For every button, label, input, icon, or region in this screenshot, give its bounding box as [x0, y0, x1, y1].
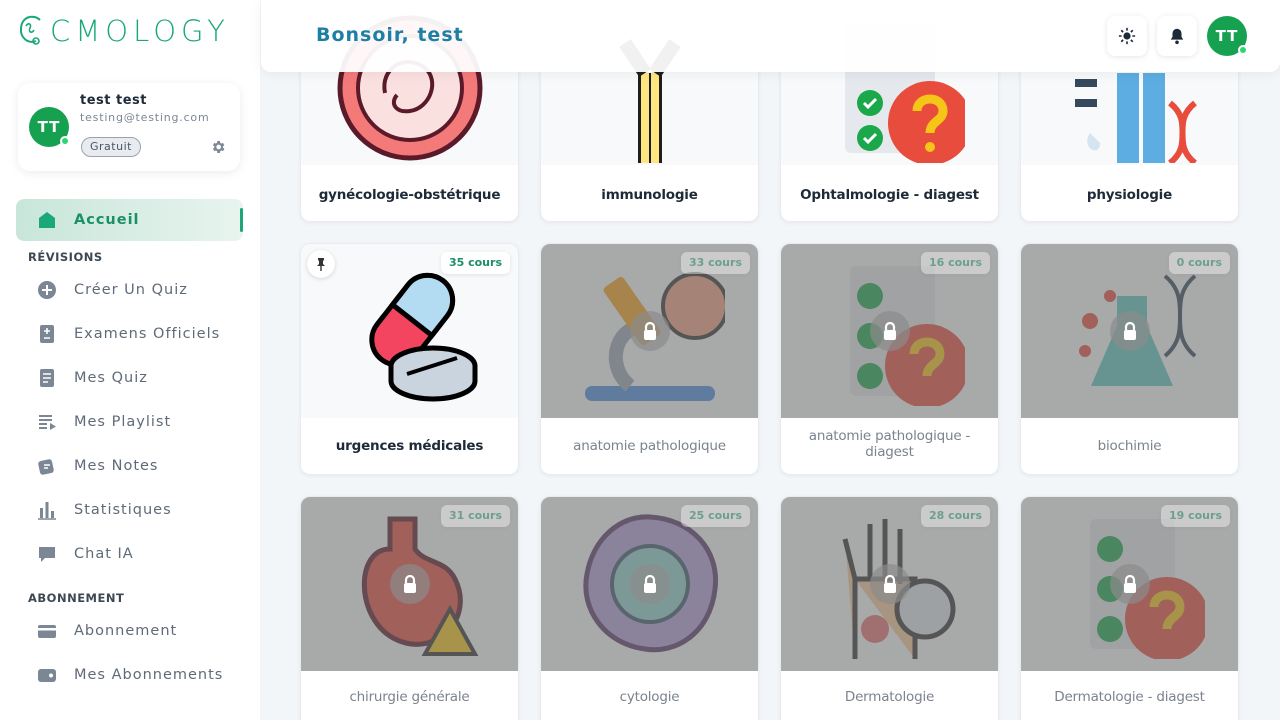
course-title: cytologie: [619, 689, 680, 705]
course-title: anatomie pathologique: [573, 438, 726, 454]
sidebar-item-label: Mes Notes: [74, 458, 159, 474]
sidebar-item-label: Mes Quiz: [74, 370, 148, 386]
profile-card: TT test test testing@testing.com Gratuit: [18, 83, 240, 171]
course-title: Dermatologie: [844, 689, 935, 705]
pin-button[interactable]: [307, 250, 335, 278]
sidebar-item-label: Accueil: [74, 212, 140, 228]
bar-chart-icon: [36, 499, 58, 521]
plus-circle-icon: [36, 279, 58, 301]
course-title: chirurgie générale: [349, 689, 470, 705]
online-status-dot: [60, 136, 70, 146]
course-count-badge: 28 cours: [920, 505, 990, 527]
sidebar-item-mes-playlist[interactable]: Mes Playlist: [36, 410, 171, 434]
course-count-badge: 0 cours: [1168, 252, 1230, 274]
document-icon: [36, 367, 58, 389]
pin-icon: [317, 258, 325, 271]
sidebar-item-chat-ia[interactable]: Chat IA: [36, 542, 134, 566]
course-count-badge: 25 cours: [680, 505, 750, 527]
header-avatar[interactable]: TT: [1207, 16, 1248, 56]
sidebar-item-accueil[interactable]: Accueil: [36, 208, 140, 232]
lock-icon: [630, 311, 670, 351]
logo-text: CMOLOGY: [50, 14, 230, 48]
exam-sheet-icon: [36, 323, 58, 345]
sidebar-item-creer-quiz[interactable]: Créer Un Quiz: [36, 278, 188, 302]
course-card-biochimie[interactable]: 0 cours biochimie: [1020, 243, 1239, 475]
home-icon: [36, 209, 58, 231]
lock-icon: [870, 311, 910, 351]
course-count-badge: 16 cours: [920, 252, 990, 274]
section-revisions: RÉVISIONS: [28, 250, 103, 264]
online-status-dot: [1238, 45, 1248, 55]
notifications-button[interactable]: [1157, 16, 1197, 56]
course-title: immunologie: [601, 187, 698, 203]
section-abonnement: ABONNEMENT: [28, 591, 125, 605]
playlist-icon: [36, 411, 58, 433]
course-card-dermatologie[interactable]: 28 cours Dermatologie: [780, 496, 999, 720]
plan-badge: Gratuit: [81, 137, 141, 157]
chat-icon: [36, 543, 58, 565]
course-count-badge: 35 cours: [440, 252, 510, 274]
course-title: urgences médicales: [335, 438, 484, 454]
lock-icon: [1110, 311, 1150, 351]
sidebar-item-label: Mes Playlist: [74, 414, 172, 430]
course-title: Dermatologie - diagest: [1054, 689, 1205, 705]
avatar-initials: TT: [1215, 27, 1239, 45]
wallet-icon: [36, 664, 58, 686]
sidebar-item-label: Examens Officiels: [74, 326, 221, 342]
course-title: gynécologie-obstétrique: [318, 187, 501, 203]
course-card-urgences-medicales[interactable]: 35 cours urgences médicales: [300, 243, 519, 475]
sidebar-item-examens-officiels[interactable]: Examens Officiels: [36, 322, 220, 346]
course-title: Ophtalmologie - diagest: [800, 187, 979, 203]
credit-card-icon: [36, 620, 58, 642]
course-card-anatomie-pathologique[interactable]: 33 cours anatomie pathologique: [540, 243, 759, 475]
logo-mark-icon: [19, 15, 41, 45]
course-title: biochimie: [1097, 438, 1162, 454]
course-count-badge: 33 cours: [680, 252, 750, 274]
course-card-anatomie-pathologique-diagest[interactable]: 16 cours anatomie pathologique - diagest: [780, 243, 999, 475]
greeting: Bonsoir, test: [316, 24, 464, 46]
sidebar-item-label: Abonnement: [74, 623, 178, 639]
lock-icon: [870, 564, 910, 604]
lock-icon: [1110, 564, 1150, 604]
profile-email: testing@testing.com: [80, 111, 210, 124]
sidebar-item-mes-notes[interactable]: Mes Notes: [36, 454, 158, 478]
lock-icon: [390, 564, 430, 604]
sidebar-item-abonnement[interactable]: Abonnement: [36, 619, 177, 643]
course-card-dermatologie-diagest[interactable]: 19 cours Dermatologie - diagest: [1020, 496, 1239, 720]
sidebar-item-label: Mes Abonnements: [74, 667, 224, 683]
course-card-cytologie[interactable]: 25 cours cytologie: [540, 496, 759, 720]
bell-icon: [1170, 28, 1184, 45]
theme-toggle-button[interactable]: [1107, 16, 1147, 56]
top-header: Bonsoir, test TT: [261, 0, 1280, 72]
pills-icon: [368, 272, 477, 402]
brand-logo[interactable]: CMOLOGY: [18, 14, 230, 48]
course-card-chirurgie-generale[interactable]: 31 cours chirurgie générale: [300, 496, 519, 720]
course-count-badge: 19 cours: [1160, 505, 1230, 527]
gear-icon[interactable]: [210, 139, 226, 155]
sidebar-item-label: Statistiques: [74, 502, 172, 518]
notes-icon: [36, 455, 58, 477]
sidebar-item-label: Chat IA: [74, 546, 134, 562]
course-count-badge: 31 cours: [440, 505, 510, 527]
avatar-initials: TT: [37, 118, 61, 136]
sidebar-item-statistiques[interactable]: Statistiques: [36, 498, 172, 522]
course-title: physiologie: [1086, 187, 1173, 203]
sidebar-item-mes-abonnements[interactable]: Mes Abonnements: [36, 663, 223, 687]
course-title: anatomie pathologique - diagest: [808, 428, 971, 460]
avatar[interactable]: TT: [29, 107, 70, 147]
sidebar-item-mes-quiz[interactable]: Mes Quiz: [36, 366, 148, 390]
sidebar: CMOLOGY TT test test testing@testing.com…: [0, 0, 260, 720]
sidebar-item-label: Créer Un Quiz: [74, 282, 188, 298]
sun-icon: [1118, 27, 1136, 45]
profile-name: test test: [80, 93, 147, 108]
lock-icon: [630, 564, 670, 604]
active-indicator: [240, 208, 243, 232]
